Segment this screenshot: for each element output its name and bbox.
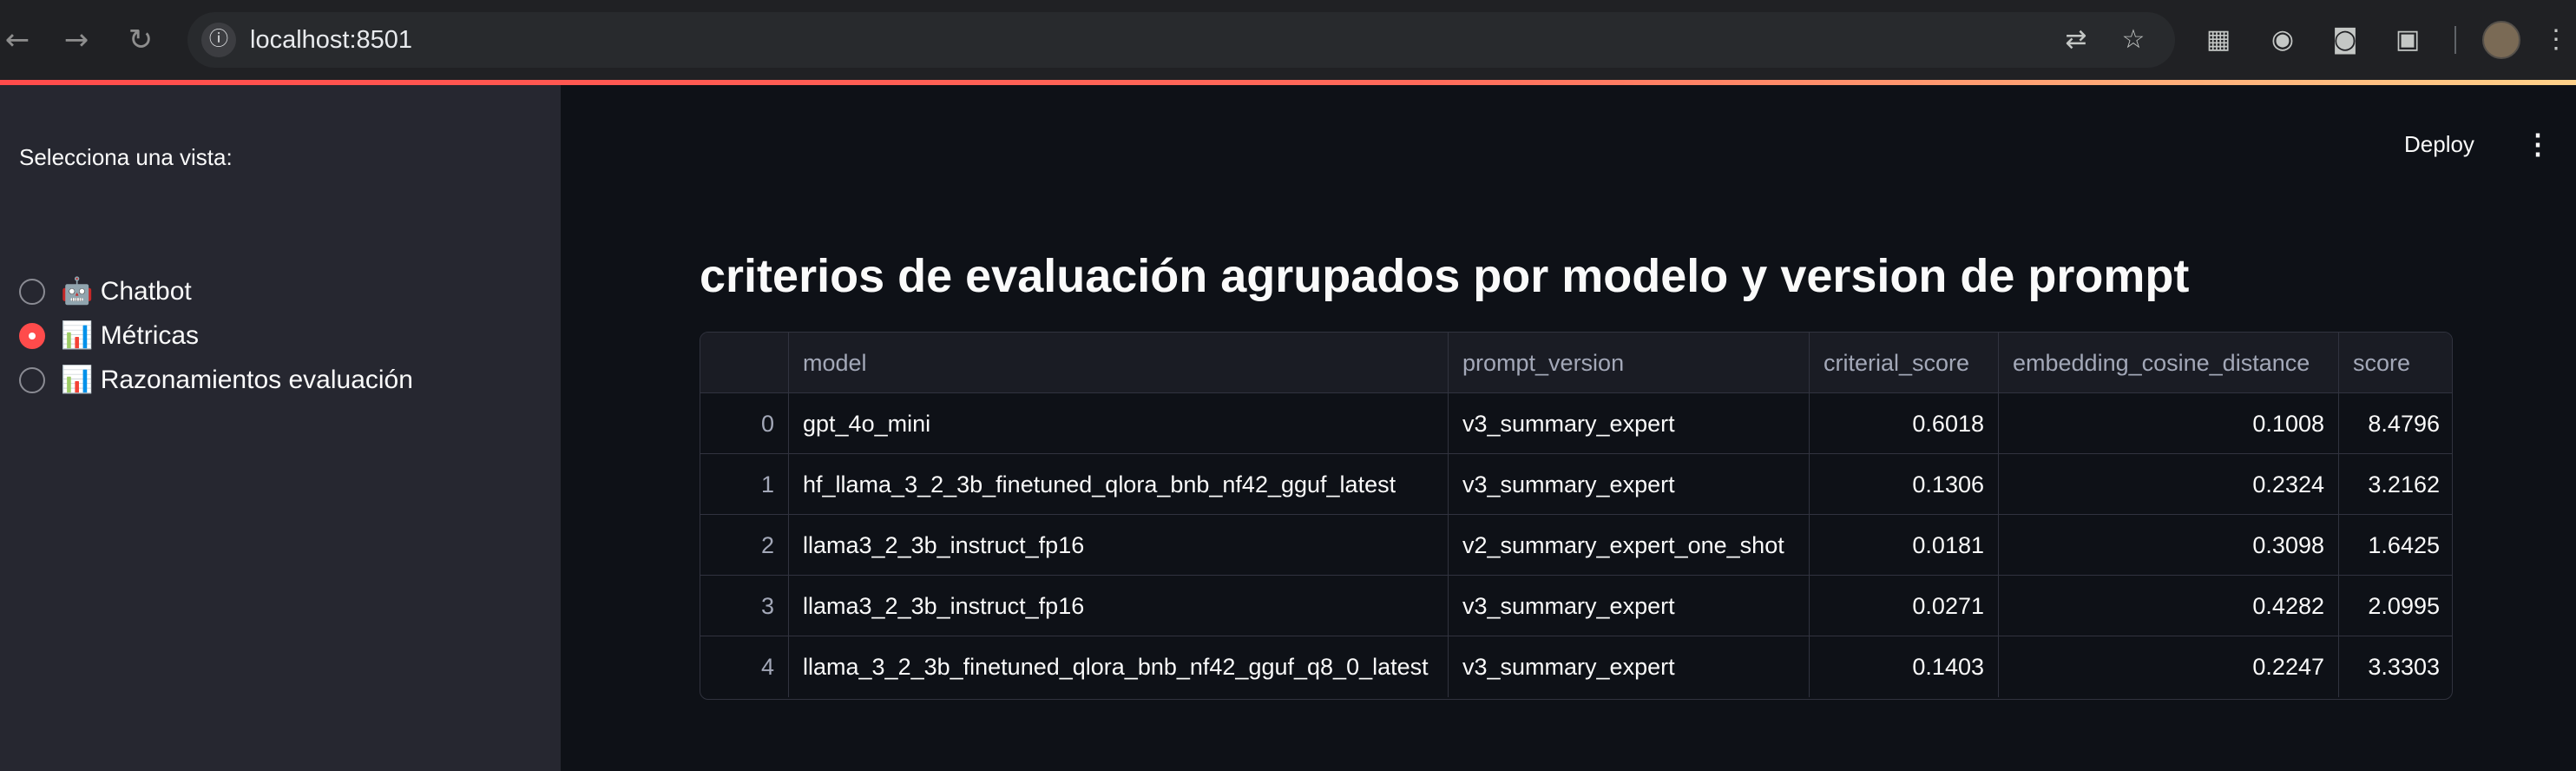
cell-model[interactable]: llama3_2_3b_instruct_fp16: [789, 515, 1449, 576]
cell-criterial-score[interactable]: 0.1403: [1810, 636, 1999, 697]
qr-code-icon[interactable]: ▦: [2201, 23, 2236, 57]
column-header-prompt-version[interactable]: prompt_version: [1449, 333, 1810, 393]
bookmark-star-icon[interactable]: ☆: [2118, 24, 2149, 56]
extension-icon[interactable]: ◉: [2265, 23, 2300, 57]
table-row: 0 gpt_4o_mini v3_summary_expert 0.6018 0…: [700, 393, 2452, 454]
cell-prompt-version[interactable]: v3_summary_expert: [1449, 636, 1810, 697]
column-header-model[interactable]: model: [789, 333, 1449, 393]
deploy-button[interactable]: Deploy: [2404, 130, 2474, 158]
radio-button[interactable]: [19, 367, 45, 393]
row-index[interactable]: 0: [700, 393, 789, 454]
radio-label: 📊 Razonamientos evaluación: [61, 366, 413, 394]
cell-embedding-cosine-distance[interactable]: 0.3098: [1999, 515, 2339, 576]
main-menu-icon[interactable]: ⋮: [2524, 130, 2552, 158]
forward-arrow-icon[interactable]: →: [59, 23, 94, 57]
page-title: criterios de evaluación agrupados por mo…: [700, 250, 2190, 302]
radio-label: 🤖 Chatbot: [61, 277, 192, 306]
cell-prompt-version[interactable]: v3_summary_expert: [1449, 393, 1810, 454]
view-selector-label: Selecciona una vista:: [19, 144, 233, 170]
radio-option-chatbot[interactable]: 🤖 Chatbot: [19, 274, 192, 309]
column-header-criterial-score[interactable]: criterial_score: [1810, 333, 1999, 393]
column-header-embedding-cosine-distance[interactable]: embedding_cosine_distance: [1999, 333, 2339, 393]
cell-embedding-cosine-distance[interactable]: 0.4282: [1999, 576, 2339, 636]
column-header-index[interactable]: [700, 333, 789, 393]
cell-score[interactable]: 1.6425: [2339, 515, 2452, 576]
kebab-menu-icon[interactable]: ⋮: [2543, 23, 2569, 57]
cell-score[interactable]: 2.0995: [2339, 576, 2452, 636]
cell-prompt-version[interactable]: v3_summary_expert: [1449, 454, 1810, 515]
toolbar-divider: [2454, 26, 2456, 54]
site-info-icon[interactable]: ⓘ: [201, 23, 236, 57]
table-row: 3 llama3_2_3b_instruct_fp16 v3_summary_e…: [700, 576, 2452, 636]
cell-criterial-score[interactable]: 0.0271: [1810, 576, 1999, 636]
radio-option-metricas[interactable]: 📊 Métricas: [19, 319, 199, 353]
sidebar: [0, 85, 561, 771]
cell-embedding-cosine-distance[interactable]: 0.1008: [1999, 393, 2339, 454]
radio-button-selected[interactable]: [19, 323, 45, 349]
cell-embedding-cosine-distance[interactable]: 0.2247: [1999, 636, 2339, 697]
table-row: 4 llama_3_2_3b_finetuned_qlora_bnb_nf42_…: [700, 636, 2452, 697]
cell-embedding-cosine-distance[interactable]: 0.2324: [1999, 454, 2339, 515]
column-header-score[interactable]: score: [2339, 333, 2452, 393]
reload-icon[interactable]: ↻: [123, 23, 158, 57]
cell-criterial-score[interactable]: 0.0181: [1810, 515, 1999, 576]
table-header-row: model prompt_version criterial_score emb…: [700, 333, 2452, 393]
cell-model[interactable]: llama_3_2_3b_finetuned_qlora_bnb_nf42_gg…: [789, 636, 1449, 697]
radio-button[interactable]: [19, 279, 45, 305]
cell-prompt-version[interactable]: v2_summary_expert_one_shot: [1449, 515, 1810, 576]
cell-criterial-score[interactable]: 0.6018: [1810, 393, 1999, 454]
row-index[interactable]: 2: [700, 515, 789, 576]
address-bar[interactable]: ⓘ localhost:8501 ⇄ ☆: [187, 12, 2175, 68]
extension-icon[interactable]: ◙: [2328, 23, 2362, 57]
cell-score[interactable]: 3.2162: [2339, 454, 2452, 515]
table-row: 1 hf_llama_3_2_3b_finetuned_qlora_bnb_nf…: [700, 454, 2452, 515]
cell-model[interactable]: hf_llama_3_2_3b_finetuned_qlora_bnb_nf42…: [789, 454, 1449, 515]
cell-score[interactable]: 3.3303: [2339, 636, 2452, 697]
table-row: 2 llama3_2_3b_instruct_fp16 v2_summary_e…: [700, 515, 2452, 576]
browser-toolbar: ← → ↻ ⓘ localhost:8501 ⇄ ☆ ▦ ◉ ◙ ▣ ⋮: [0, 0, 2576, 80]
url-text[interactable]: localhost:8501: [250, 26, 412, 54]
dataframe-table[interactable]: model prompt_version criterial_score emb…: [700, 332, 2453, 700]
cell-model[interactable]: llama3_2_3b_instruct_fp16: [789, 576, 1449, 636]
cell-criterial-score[interactable]: 0.1306: [1810, 454, 1999, 515]
translate-icon[interactable]: ⇄: [2060, 24, 2092, 56]
radio-label: 📊 Métricas: [61, 321, 200, 350]
row-index[interactable]: 1: [700, 454, 789, 515]
profile-avatar[interactable]: [2482, 21, 2520, 59]
row-index[interactable]: 4: [700, 636, 789, 697]
cell-score[interactable]: 8.4796: [2339, 393, 2452, 454]
radio-option-razonamientos[interactable]: 📊 Razonamientos evaluación: [19, 363, 413, 398]
back-arrow-icon[interactable]: ←: [0, 23, 35, 57]
row-index[interactable]: 3: [700, 576, 789, 636]
cell-model[interactable]: gpt_4o_mini: [789, 393, 1449, 454]
puzzle-icon[interactable]: ▣: [2390, 23, 2425, 57]
cell-prompt-version[interactable]: v3_summary_expert: [1449, 576, 1810, 636]
